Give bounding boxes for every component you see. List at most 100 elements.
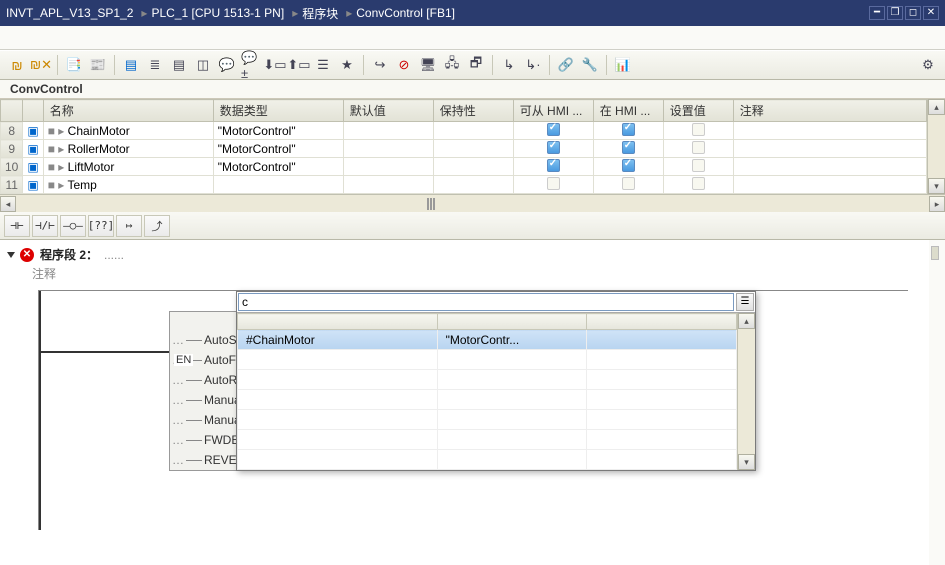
checkbox[interactable] [547, 159, 560, 172]
toolbar-btn-18[interactable]: 🖧 [441, 54, 463, 76]
var-setvalue[interactable] [663, 122, 733, 140]
autocomplete-item[interactable] [238, 350, 737, 370]
scroll-up-button[interactable]: ▴ [738, 313, 755, 329]
breadcrumb-item[interactable]: PLC_1 [CPU 1513-1 PN] [151, 6, 284, 20]
var-hmi-read[interactable] [513, 140, 593, 158]
var-hmi-write[interactable] [593, 140, 663, 158]
autocomplete-item[interactable] [238, 390, 737, 410]
ladder-diagram[interactable]: EN …AutoSw…AutoFW…AutoRE…Manua…Manua…FWD… [38, 290, 908, 530]
var-name[interactable]: ■ ▸ Temp [43, 176, 213, 194]
var-hmi-write[interactable] [593, 158, 663, 176]
var-retain[interactable] [433, 140, 513, 158]
toolbar-btn-2[interactable]: ₪✕ [30, 54, 52, 76]
autocomplete-picker-button[interactable]: ☰ [736, 293, 754, 311]
table-row[interactable]: 9▣■ ▸ RollerMotor"MotorControl" [1, 140, 927, 158]
checkbox[interactable] [692, 141, 705, 154]
var-default[interactable] [343, 176, 433, 194]
var-comment[interactable] [733, 158, 926, 176]
toolbar-btn-22[interactable]: 🔗 [555, 54, 577, 76]
var-default[interactable] [343, 140, 433, 158]
var-hmi-read[interactable] [513, 158, 593, 176]
autocomplete-list[interactable]: #ChainMotor "MotorContr... [237, 313, 737, 470]
scroll-down-button[interactable]: ▾ [738, 454, 755, 470]
toolbar-btn-11[interactable]: ⬇▭ [264, 54, 286, 76]
col-retain[interactable]: 保持性 [433, 100, 513, 122]
var-hmi-write[interactable] [593, 122, 663, 140]
toolbar-btn-6[interactable]: ≣ [144, 54, 166, 76]
autocomplete-item[interactable] [238, 430, 737, 450]
scroll-down-button[interactable]: ▾ [928, 178, 945, 194]
scroll-track[interactable] [16, 196, 929, 212]
editor-scrollbar[interactable] [929, 240, 945, 565]
collapse-icon[interactable] [7, 252, 15, 258]
table-row[interactable]: 11▣■ ▸ Temp [1, 176, 927, 194]
col-hmi2[interactable]: 在 HMI ... [593, 100, 663, 122]
network-title[interactable]: 程序段 2： [40, 246, 98, 263]
minimize-button[interactable]: ━ [869, 6, 885, 20]
checkbox[interactable] [622, 123, 635, 136]
scroll-left-button[interactable]: ◂ [0, 196, 16, 212]
var-setvalue[interactable] [663, 158, 733, 176]
toolbar-btn-13[interactable]: ☰ [312, 54, 334, 76]
toolbar-btn-19[interactable]: 🗗 [465, 54, 487, 76]
var-comment[interactable] [733, 176, 926, 194]
checkbox[interactable] [547, 177, 560, 190]
checkbox[interactable] [692, 159, 705, 172]
var-default[interactable] [343, 122, 433, 140]
toolbar-btn-5[interactable]: ▤ [120, 54, 142, 76]
restore-button[interactable]: ❐ [887, 6, 903, 20]
var-default[interactable] [343, 158, 433, 176]
table-row[interactable]: 8▣■ ▸ ChainMotor"MotorControl" [1, 122, 927, 140]
close-button[interactable]: ✕ [923, 6, 939, 20]
toolbar-btn-7[interactable]: ▤ [168, 54, 190, 76]
col-type[interactable]: 数据类型 [213, 100, 343, 122]
checkbox[interactable] [692, 177, 705, 190]
vartable-scrollbar-v[interactable]: ▴ ▾ [927, 99, 945, 194]
toolbar-btn-settings[interactable]: ⚙ [917, 54, 939, 76]
lad-box[interactable]: [??] [88, 215, 114, 237]
toolbar-btn-14[interactable]: ★ [336, 54, 358, 76]
toolbar-btn-24[interactable]: 📊 [612, 54, 634, 76]
autocomplete-item[interactable] [238, 410, 737, 430]
toolbar-btn-20[interactable]: ↳ [498, 54, 520, 76]
var-comment[interactable] [733, 122, 926, 140]
breadcrumb-item[interactable]: 程序块 [302, 5, 338, 22]
toolbar-btn-17[interactable]: 🖥 [417, 54, 439, 76]
breadcrumb-item[interactable]: ConvControl [FB1] [356, 6, 455, 20]
var-type[interactable]: "MotorControl" [213, 140, 343, 158]
checkbox[interactable] [692, 123, 705, 136]
toolbar-btn-3[interactable]: 📑 [63, 54, 85, 76]
scroll-up-button[interactable]: ▴ [928, 99, 945, 115]
breadcrumb-item[interactable]: INVT_APL_V13_SP1_2 [6, 6, 133, 20]
maximize-button[interactable]: ◻ [905, 6, 921, 20]
var-name[interactable]: ■ ▸ ChainMotor [43, 122, 213, 140]
var-type[interactable] [213, 176, 343, 194]
vartable-scrollbar-h[interactable]: ◂ ▸ [0, 194, 945, 212]
toolbar-btn-1[interactable]: ₪ [6, 54, 28, 76]
var-retain[interactable] [433, 158, 513, 176]
toolbar-btn-23[interactable]: 🔧 [579, 54, 601, 76]
checkbox[interactable] [622, 159, 635, 172]
autocomplete-scrollbar[interactable]: ▴ ▾ [737, 313, 755, 470]
toolbar-btn-21[interactable]: ↳· [522, 54, 544, 76]
col-setv[interactable]: 设置值 [663, 100, 733, 122]
var-hmi-read[interactable] [513, 176, 593, 194]
var-retain[interactable] [433, 176, 513, 194]
autocomplete-item[interactable] [238, 450, 737, 470]
checkbox[interactable] [547, 123, 560, 136]
toolbar-btn-12[interactable]: ⬆▭ [288, 54, 310, 76]
var-setvalue[interactable] [663, 140, 733, 158]
autocomplete-item[interactable] [238, 370, 737, 390]
col-default[interactable]: 默认值 [343, 100, 433, 122]
checkbox[interactable] [622, 177, 635, 190]
lad-branch-open[interactable]: ↦ [116, 215, 142, 237]
lad-branch-close[interactable]: ⤴ [144, 215, 170, 237]
toolbar-btn-10[interactable]: 💬± [240, 54, 262, 76]
var-hmi-write[interactable] [593, 176, 663, 194]
network-comment[interactable]: 注释 [32, 265, 937, 282]
toolbar-btn-16[interactable]: ⊘ [393, 54, 415, 76]
toolbar-btn-9[interactable]: 💬 [216, 54, 238, 76]
toolbar-btn-4[interactable]: 📰 [87, 54, 109, 76]
toolbar-btn-15[interactable]: ↪ [369, 54, 391, 76]
autocomplete-input[interactable] [238, 293, 734, 311]
